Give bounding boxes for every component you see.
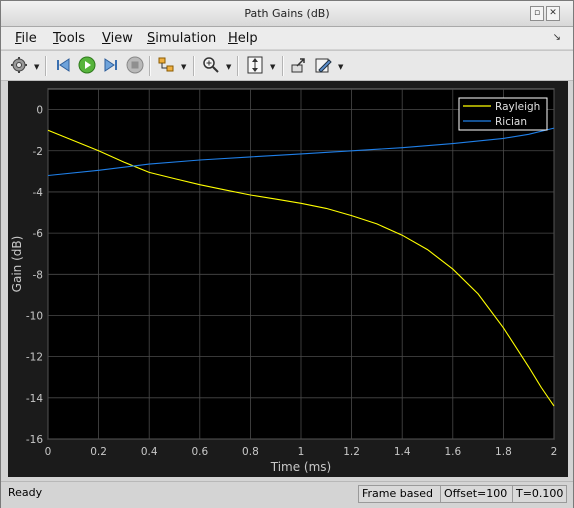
y-tick-label: -10 bbox=[26, 310, 43, 322]
edit-style-icon[interactable] bbox=[314, 56, 332, 74]
status-frame-mode: Frame based bbox=[358, 485, 441, 503]
zoom-dropdown-arrow-icon[interactable]: ▼ bbox=[226, 63, 231, 71]
gear-icon[interactable] bbox=[10, 56, 28, 74]
run-icon[interactable] bbox=[78, 56, 96, 74]
x-tick-label: 2 bbox=[551, 446, 558, 458]
legend-label-rician: Rician bbox=[495, 116, 527, 128]
toolbar-separator bbox=[237, 56, 239, 76]
window-title: Path Gains (dB) bbox=[244, 7, 330, 20]
toolbar-separator bbox=[193, 56, 195, 76]
menu-simulation[interactable]: Simulation bbox=[147, 31, 216, 46]
status-ready-text: Ready bbox=[8, 486, 43, 499]
status-bar: Ready Frame based Offset=100 T=0.100 bbox=[1, 481, 573, 508]
minimize-icon[interactable]: ▫ bbox=[530, 6, 544, 21]
x-tick-label: 0.8 bbox=[242, 446, 259, 458]
y-tick-label: -12 bbox=[26, 352, 43, 364]
dock-arrow-icon[interactable]: ↘ bbox=[553, 32, 561, 43]
legend-label-rayleigh: Rayleigh bbox=[495, 101, 540, 113]
x-tick-label: 0.6 bbox=[191, 446, 208, 458]
y-tick-label: -2 bbox=[33, 146, 43, 158]
step-back-icon[interactable] bbox=[54, 56, 72, 74]
legend[interactable]: Rayleigh Rician bbox=[458, 97, 548, 131]
menu-help[interactable]: Help bbox=[228, 31, 258, 46]
menu-bar: File Tools View Simulation Help ↘ bbox=[1, 27, 573, 49]
x-tick-label: 0 bbox=[45, 446, 52, 458]
menu-tools[interactable]: Tools bbox=[53, 31, 85, 46]
toolbar-separator bbox=[149, 56, 151, 76]
toolbar-separator bbox=[282, 56, 284, 76]
y-axis-label: Gain (dB) bbox=[10, 236, 24, 293]
y-tick-label: -6 bbox=[33, 228, 44, 240]
x-axis-label: Time (ms) bbox=[270, 460, 332, 474]
step-forward-icon[interactable] bbox=[102, 56, 120, 74]
toolbar-separator bbox=[45, 56, 47, 76]
path-gains-chart[interactable]: 0 0.2 0.4 0.6 0.8 1 1.2 1.4 1.6 1.8 2 0 -2 -4 -6 -8 -10… bbox=[8, 81, 568, 477]
toolbar: ▼ ▼ ▼ ▼ ▼ bbox=[1, 50, 573, 81]
x-tick-label: 1.2 bbox=[343, 446, 360, 458]
style-dropdown-arrow-icon[interactable]: ▼ bbox=[338, 63, 343, 71]
close-icon[interactable]: ✕ bbox=[546, 6, 560, 21]
x-tick-label: 0.4 bbox=[141, 446, 158, 458]
status-offset: Offset=100 bbox=[440, 485, 514, 503]
undock-icon[interactable] bbox=[290, 56, 308, 74]
scale-dropdown-arrow-icon[interactable]: ▼ bbox=[270, 63, 275, 71]
title-bar: Path Gains (dB) ▫ ✕ bbox=[1, 1, 573, 27]
y-tick-label: -14 bbox=[26, 393, 43, 405]
status-time: T=0.100 bbox=[512, 485, 567, 503]
signal-dropdown-arrow-icon[interactable]: ▼ bbox=[181, 63, 186, 71]
gear-dropdown-arrow-icon[interactable]: ▼ bbox=[34, 63, 39, 71]
y-tick-label: 0 bbox=[36, 105, 43, 117]
menu-file[interactable]: File bbox=[15, 31, 37, 46]
stop-icon[interactable] bbox=[126, 56, 144, 74]
scale-axes-icon[interactable] bbox=[246, 56, 264, 74]
y-tick-label: -4 bbox=[33, 187, 44, 199]
menu-view[interactable]: View bbox=[102, 31, 133, 46]
x-tick-label: 1.4 bbox=[394, 446, 411, 458]
scope-window: Path Gains (dB) ▫ ✕ File Tools View Simu… bbox=[0, 0, 574, 508]
x-tick-label: 0.2 bbox=[90, 446, 107, 458]
zoom-in-icon[interactable] bbox=[202, 56, 220, 74]
x-tick-label: 1.6 bbox=[444, 446, 461, 458]
x-tick-label: 1.8 bbox=[495, 446, 512, 458]
y-tick-label: -8 bbox=[33, 269, 43, 281]
x-tick-label: 1 bbox=[298, 446, 305, 458]
plot-panel: 0 0.2 0.4 0.6 0.8 1 1.2 1.4 1.6 1.8 2 0 -2 -4 -6 -8 -10… bbox=[8, 81, 568, 477]
signal-select-icon[interactable] bbox=[157, 56, 175, 74]
y-tick-label: -16 bbox=[26, 434, 43, 446]
